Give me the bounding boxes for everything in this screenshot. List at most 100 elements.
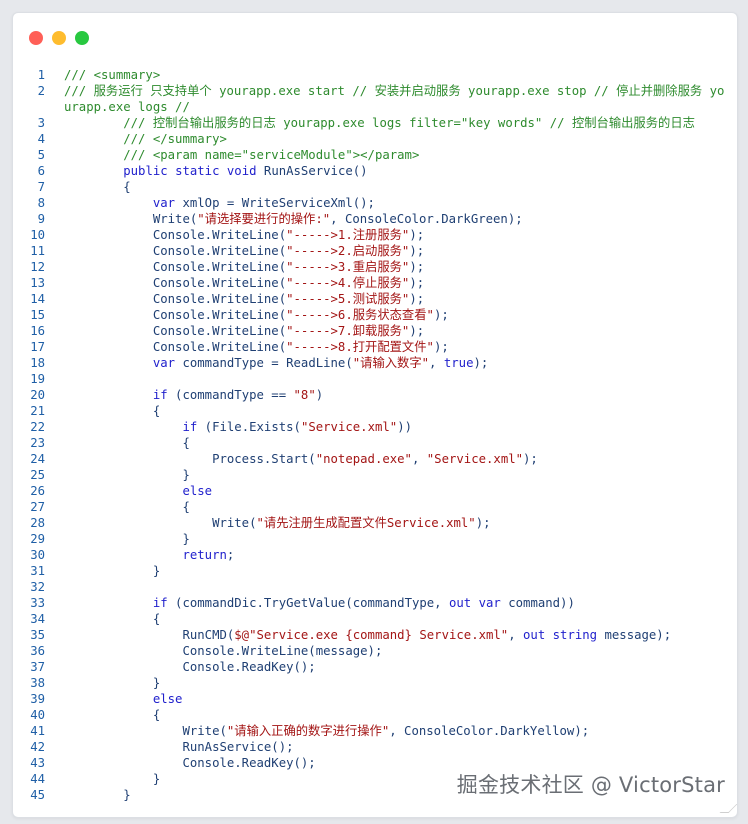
code-line: 8 var xmlOp = WriteServiceXml(); bbox=[13, 195, 737, 211]
line-number: 3 bbox=[37, 116, 45, 130]
line-number: 20 bbox=[30, 388, 45, 402]
code-text: public static void RunAsService() bbox=[123, 164, 368, 178]
code-line: 1 /// <summary> bbox=[13, 67, 737, 83]
code-line: 25 } bbox=[13, 467, 737, 483]
code-text: Console.WriteLine("----->6.服务状态查看"); bbox=[64, 308, 449, 322]
code-line: 20 if (commandType == "8") bbox=[13, 387, 737, 403]
code-line: 24 Process.Start("notepad.exe", "Service… bbox=[13, 451, 737, 467]
code-line: 7 { bbox=[13, 179, 737, 195]
code-line: 6 public static void RunAsService() bbox=[13, 163, 737, 179]
code-text: Console.WriteLine("----->3.重启服务"); bbox=[64, 260, 425, 274]
line-number: 2 bbox=[37, 84, 45, 98]
code-text: /// </summary> bbox=[64, 132, 227, 146]
code-line: 41 Write("请输入正确的数字进行操作", ConsoleColor.Da… bbox=[13, 723, 737, 739]
line-number: 14 bbox=[30, 292, 45, 306]
code-text: Console.WriteLine("----->5.测试服务"); bbox=[64, 292, 425, 306]
code-line: 33 if (commandDic.TryGetValue(commandTyp… bbox=[13, 595, 737, 611]
line-number: 18 bbox=[30, 356, 45, 370]
code-text: Console.WriteLine("----->1.注册服务"); bbox=[64, 228, 425, 242]
code-text: { bbox=[64, 500, 190, 514]
line-number: 44 bbox=[30, 772, 45, 786]
line-number: 7 bbox=[37, 180, 45, 194]
code-text: { bbox=[64, 180, 131, 194]
close-dot[interactable] bbox=[29, 31, 43, 45]
code-text: /// <param name="serviceModule"></param> bbox=[64, 148, 420, 162]
code-text: { bbox=[64, 404, 161, 418]
line-number: 39 bbox=[30, 692, 45, 706]
code-line: 37 Console.ReadKey(); bbox=[13, 659, 737, 675]
code-text: /// 控制台输出服务的日志 yourapp.exe logs filter="… bbox=[64, 116, 695, 130]
code-text: Console.WriteLine("----->4.停止服务"); bbox=[64, 276, 425, 290]
resize-handle[interactable] bbox=[719, 804, 737, 813]
code-line: 18 var commandType = ReadLine("请输入数字", t… bbox=[13, 355, 737, 371]
code-window: 1/// <summary> 2 /// 服务运行 只支持单个 yourapp.e… bbox=[12, 12, 738, 818]
line-number: 30 bbox=[30, 548, 45, 562]
line-number: 35 bbox=[30, 628, 45, 642]
line-number: 38 bbox=[30, 676, 45, 690]
line-number: 26 bbox=[30, 484, 45, 498]
line-number: 22 bbox=[30, 420, 45, 434]
line-number: 8 bbox=[37, 196, 45, 210]
line-number: 40 bbox=[30, 708, 45, 722]
code-block: 1/// <summary> 2 /// 服务运行 只支持单个 yourapp.e… bbox=[13, 67, 737, 803]
code-text: Write("请先注册生成配置文件Service.xml"); bbox=[64, 516, 491, 530]
code-line: 19 bbox=[13, 371, 737, 387]
code-text: } bbox=[64, 676, 161, 690]
maximize-dot[interactable] bbox=[75, 31, 89, 45]
line-number: 42 bbox=[30, 740, 45, 754]
line-number: 17 bbox=[30, 340, 45, 354]
code-text: } bbox=[64, 564, 161, 578]
code-text: RunCMD($@"Service.exe {command} Service.… bbox=[64, 628, 672, 642]
line-number: 16 bbox=[30, 324, 45, 338]
code-line: 40 { bbox=[13, 707, 737, 723]
code-text: RunAsService(); bbox=[64, 740, 294, 754]
code-text: Process.Start("notepad.exe", "Service.xm… bbox=[64, 452, 538, 466]
code-line: 32 bbox=[13, 579, 737, 595]
code-text: var commandType = ReadLine("请输入数字", true… bbox=[152, 356, 489, 370]
line-number: 6 bbox=[37, 164, 45, 178]
code-text: var xmlOp = WriteServiceXml(); bbox=[152, 196, 375, 210]
code-line: 17 Console.WriteLine("----->8.打开配置文件"); bbox=[13, 339, 737, 355]
code-line: 34 { bbox=[13, 611, 737, 627]
line-number: 36 bbox=[30, 644, 45, 658]
code-text: return; bbox=[182, 548, 235, 562]
code-line: 2 /// 服务运行 只支持单个 yourapp.exe start // 安装… bbox=[13, 83, 737, 115]
code-line: 21 { bbox=[13, 403, 737, 419]
code-text: } bbox=[64, 468, 190, 482]
line-number: 31 bbox=[30, 564, 45, 578]
code-line: 36 Console.WriteLine(message); bbox=[13, 643, 737, 659]
line-number: 24 bbox=[30, 452, 45, 466]
line-number: 19 bbox=[30, 372, 45, 386]
code-line: 28 Write("请先注册生成配置文件Service.xml"); bbox=[13, 515, 737, 531]
line-number: 33 bbox=[30, 596, 45, 610]
code-text: Console.WriteLine("----->2.启动服务"); bbox=[64, 244, 425, 258]
code-text: } bbox=[64, 532, 190, 546]
code-text: else bbox=[152, 692, 183, 706]
code-line: 22 if (File.Exists("Service.xml")) bbox=[13, 419, 737, 435]
line-number: 25 bbox=[30, 468, 45, 482]
code-text: Console.ReadKey(); bbox=[64, 660, 316, 674]
line-number: 34 bbox=[30, 612, 45, 626]
line-number: 4 bbox=[37, 132, 45, 146]
code-line: 5 /// <param name="serviceModule"></para… bbox=[13, 147, 737, 163]
code-line: 15 Console.WriteLine("----->6.服务状态查看"); bbox=[13, 307, 737, 323]
watermark: 掘金技术社区 @ VictorStar bbox=[456, 773, 725, 797]
line-number: 45 bbox=[30, 788, 45, 802]
code-text: Console.WriteLine("----->7.卸载服务"); bbox=[64, 324, 425, 338]
line-number: 37 bbox=[30, 660, 45, 674]
line-number: 32 bbox=[30, 580, 45, 594]
code-line: 4 /// </summary> bbox=[13, 131, 737, 147]
code-text: if (File.Exists("Service.xml")) bbox=[182, 420, 412, 434]
code-line: 38 } bbox=[13, 675, 737, 691]
code-text: /// 服务运行 只支持单个 yourapp.exe start // 安装并启… bbox=[64, 84, 725, 114]
code-text: /// <summary> bbox=[64, 68, 161, 82]
line-number: 15 bbox=[30, 308, 45, 322]
code-line: 14 Console.WriteLine("----->5.测试服务"); bbox=[13, 291, 737, 307]
minimize-dot[interactable] bbox=[52, 31, 66, 45]
code-line: 42 RunAsService(); bbox=[13, 739, 737, 755]
code-line: 16 Console.WriteLine("----->7.卸载服务"); bbox=[13, 323, 737, 339]
code-text: Write("请输入正确的数字进行操作", ConsoleColor.DarkY… bbox=[64, 724, 590, 738]
line-number: 29 bbox=[30, 532, 45, 546]
code-text: Console.WriteLine("----->8.打开配置文件"); bbox=[64, 340, 449, 354]
